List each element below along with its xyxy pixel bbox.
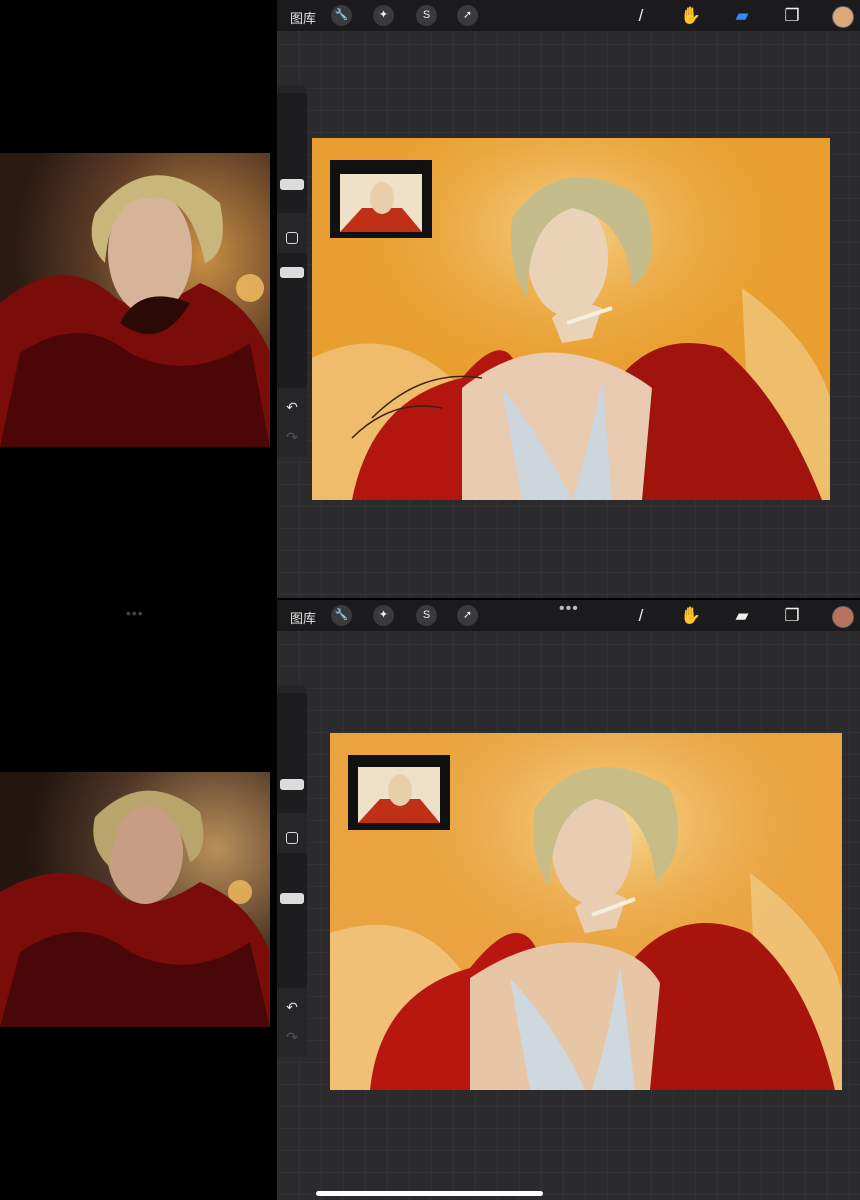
opacity-slider[interactable]	[277, 853, 307, 988]
color-picker-button[interactable]	[832, 606, 854, 628]
layers-icon[interactable]: ❐	[779, 3, 805, 29]
brush-size-knob[interactable]	[280, 179, 304, 190]
home-indicator[interactable]	[316, 1191, 543, 1196]
undo-icon[interactable]: ↶	[283, 999, 301, 1016]
more-menu-dots[interactable]: •••	[559, 600, 579, 618]
eraser-icon[interactable]: ▰	[729, 3, 755, 29]
painting-canvas-top[interactable]	[312, 138, 830, 500]
magic-wand-icon[interactable]: ✦	[373, 605, 394, 626]
opacity-knob[interactable]	[280, 893, 304, 904]
transform-arrow-icon[interactable]: ➚	[457, 605, 478, 626]
sidebar-bottom: ↶ ↷	[277, 685, 307, 1057]
magic-wand-icon[interactable]: ✦	[373, 5, 394, 26]
wrench-icon[interactable]: 🔧	[331, 5, 352, 26]
wrench-icon[interactable]: 🔧	[331, 605, 352, 626]
top-toolbar: 图库 🔧 ✦ S ➚ / ✋ ▰ ❐	[277, 0, 860, 31]
smudge-icon[interactable]: ✋	[678, 3, 704, 29]
smudge-icon[interactable]: ✋	[678, 603, 704, 629]
split-view-handle[interactable]: •••	[126, 605, 144, 621]
transform-arrow-icon[interactable]: ➚	[457, 5, 478, 26]
selection-icon[interactable]: S	[416, 5, 437, 26]
reference-photo-bottom	[0, 772, 270, 1027]
opacity-knob[interactable]	[280, 267, 304, 278]
brush-icon[interactable]: /	[628, 3, 654, 29]
modify-button[interactable]	[286, 232, 298, 244]
sidebar-top: ↶ ↷	[277, 85, 307, 457]
brush-size-slider[interactable]	[277, 693, 307, 813]
brush-size-slider[interactable]	[277, 93, 307, 213]
modify-button[interactable]	[286, 832, 298, 844]
procreate-panel-bottom: 图库 🔧 ✦ S ➚ ••• / ✋ ▰ ❐ ↶ ↷	[277, 600, 860, 1200]
selection-icon[interactable]: S	[416, 605, 437, 626]
undo-icon[interactable]: ↶	[283, 399, 301, 416]
brush-icon[interactable]: /	[628, 603, 654, 629]
redo-icon[interactable]: ↷	[283, 1029, 301, 1046]
color-picker-button[interactable]	[832, 6, 854, 28]
eraser-icon[interactable]: ▰	[729, 603, 755, 629]
painting-canvas-bottom[interactable]	[330, 733, 842, 1090]
reference-photo-top	[0, 153, 270, 447]
procreate-panel-top: 图库 🔧 ✦ S ➚ / ✋ ▰ ❐ ↶ ↷	[277, 0, 860, 598]
layers-icon[interactable]: ❐	[779, 603, 805, 629]
brush-size-knob[interactable]	[280, 779, 304, 790]
opacity-slider[interactable]	[277, 253, 307, 388]
redo-icon[interactable]: ↷	[283, 429, 301, 446]
bottom-toolbar: 图库 🔧 ✦ S ➚ ••• / ✋ ▰ ❐	[277, 600, 860, 631]
gallery-button[interactable]: 图库	[290, 8, 316, 27]
gallery-button[interactable]: 图库	[290, 608, 316, 627]
